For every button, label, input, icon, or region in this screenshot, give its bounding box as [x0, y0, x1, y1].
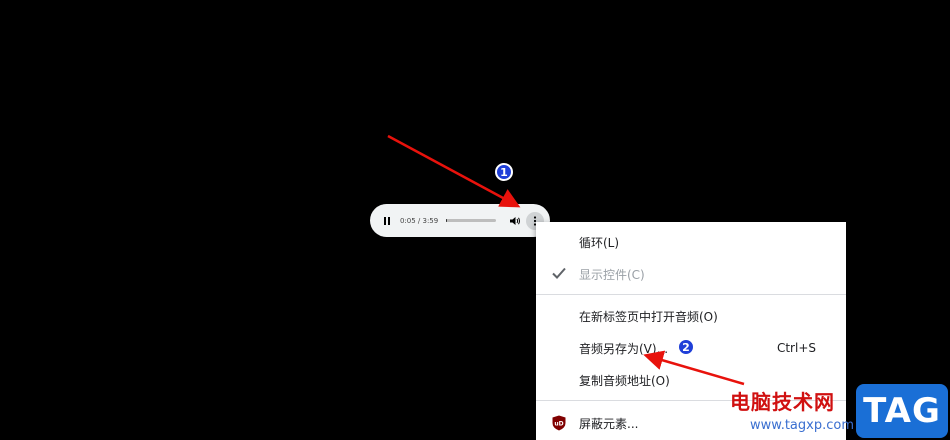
page-background: 0:05 / 3:59 循环(L) 显示控件(C) 在新标签页中打开音频(O) …	[0, 0, 950, 440]
step-badge-1: 1	[495, 163, 513, 181]
watermark-tag-logo: TAG	[856, 384, 948, 438]
step-badge-2: 2	[677, 338, 695, 356]
annotation-arrows	[387, 134, 745, 386]
watermark-text: 电脑技术网	[730, 390, 835, 414]
arrow-to-save-audio	[643, 350, 745, 386]
watermark-url: www.tagxp.com	[750, 418, 854, 433]
